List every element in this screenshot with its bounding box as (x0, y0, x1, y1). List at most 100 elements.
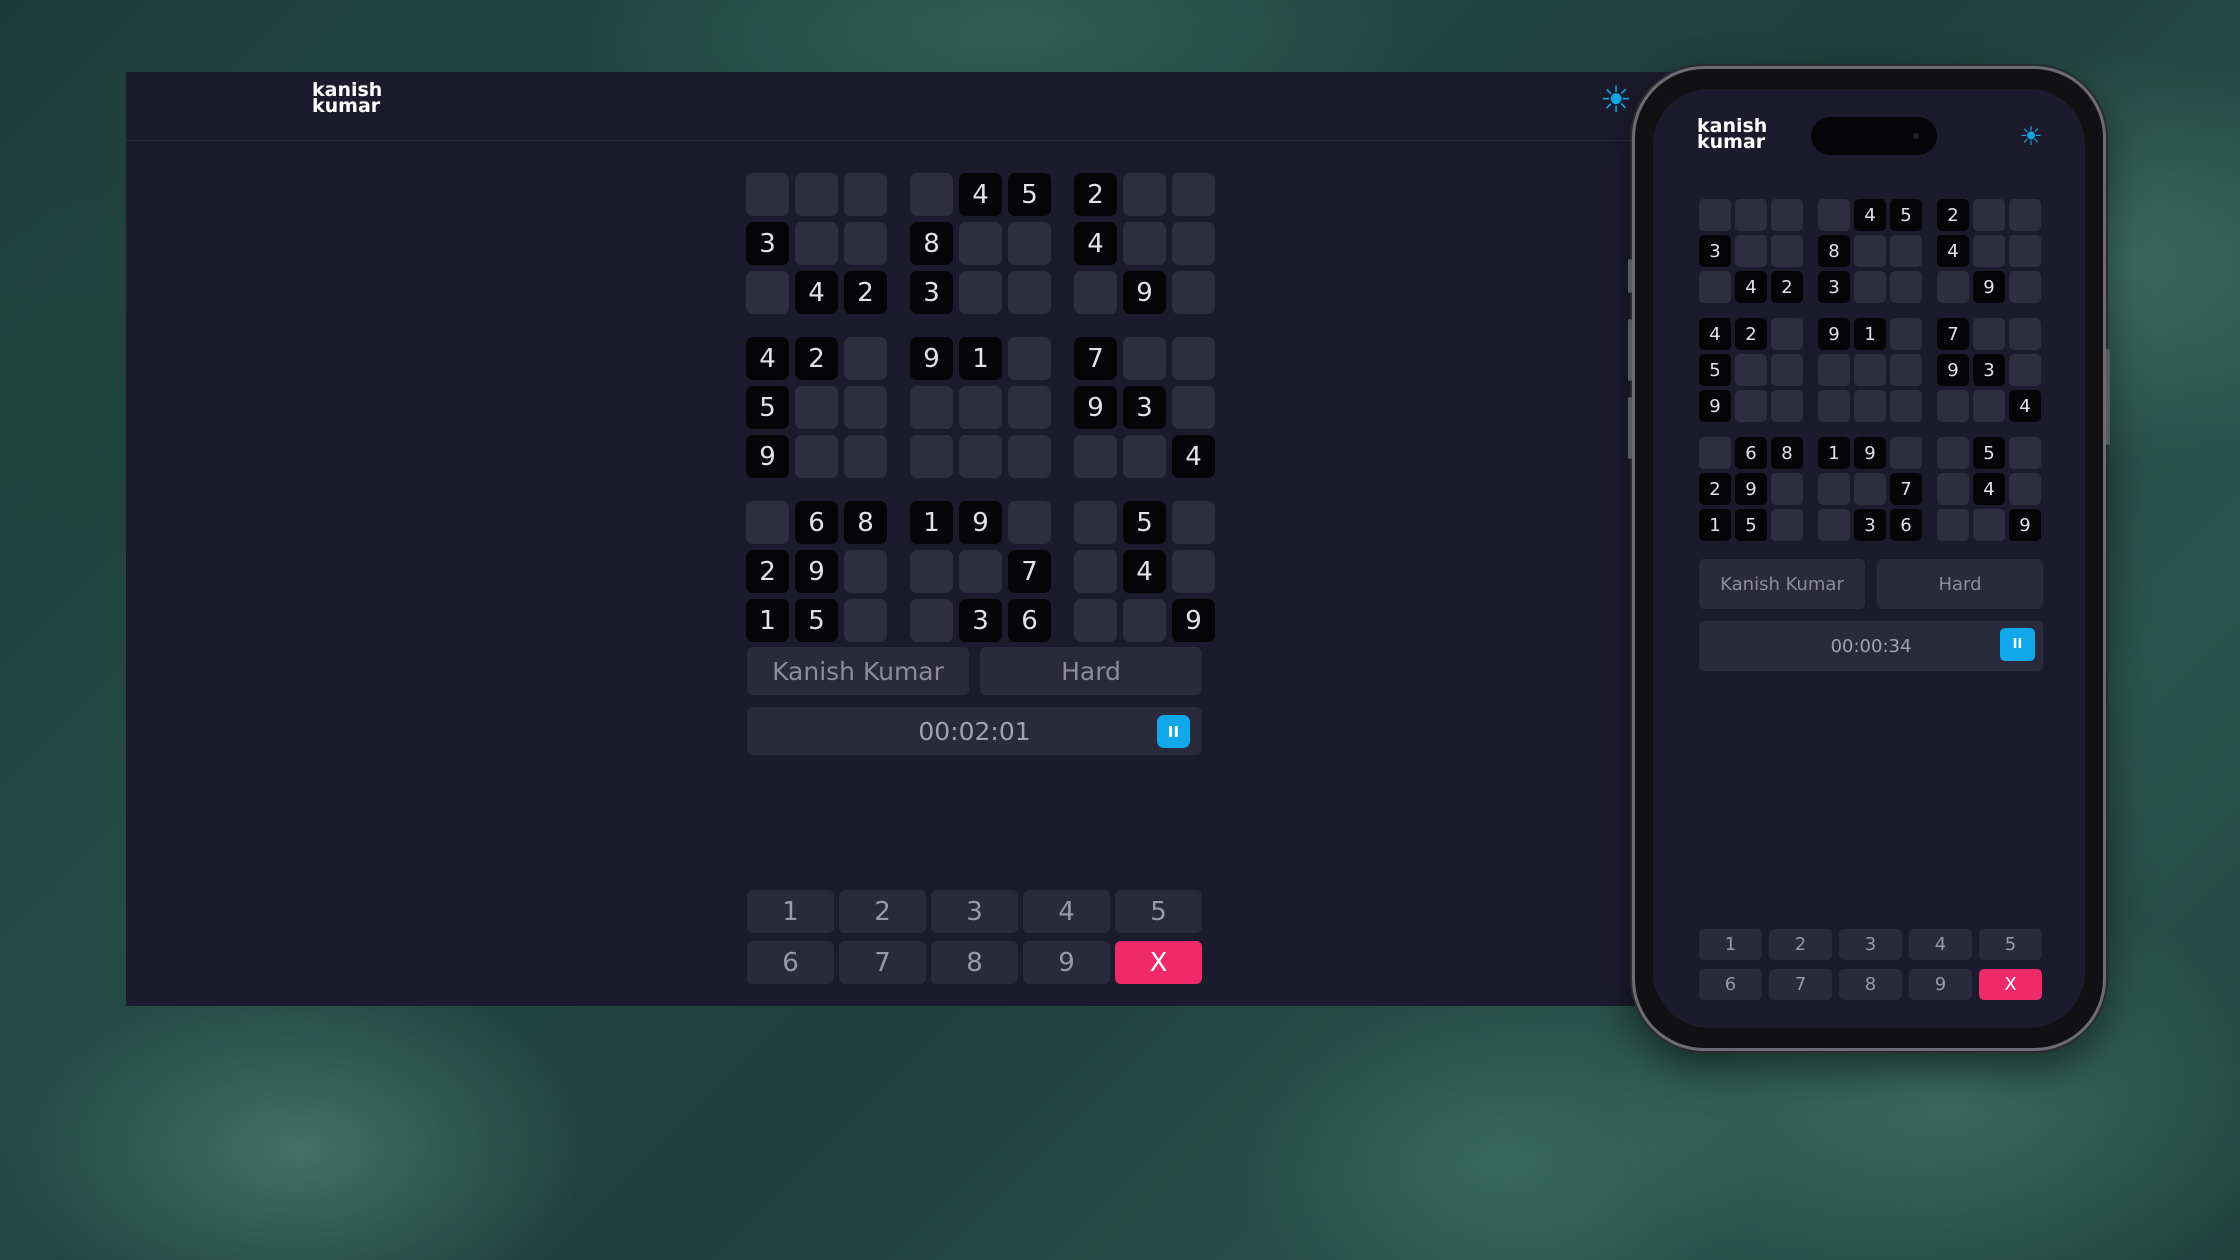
number-button-4[interactable]: 4 (1023, 890, 1110, 933)
sudoku-cell[interactable] (1937, 509, 1969, 541)
sudoku-cell[interactable] (1699, 199, 1731, 231)
number-button-8[interactable]: 8 (931, 941, 1018, 984)
sudoku-cell[interactable]: 9 (1123, 271, 1166, 314)
sudoku-cell[interactable] (1172, 173, 1215, 216)
sudoku-cell[interactable] (1172, 501, 1215, 544)
sudoku-cell[interactable] (1937, 271, 1969, 303)
sudoku-cell[interactable] (2009, 235, 2041, 267)
sudoku-cell[interactable] (746, 271, 789, 314)
sudoku-cell[interactable] (1771, 318, 1803, 350)
sudoku-cell[interactable]: 3 (1123, 386, 1166, 429)
sudoku-cell[interactable] (1123, 222, 1166, 265)
sudoku-cell[interactable] (1074, 271, 1117, 314)
sun-icon[interactable]: ☀ (1596, 80, 1636, 121)
sudoku-cell[interactable] (795, 173, 838, 216)
sudoku-cell[interactable] (844, 222, 887, 265)
sudoku-cell[interactable] (959, 435, 1002, 478)
sudoku-cell[interactable] (1735, 354, 1767, 386)
erase-button[interactable]: X (1115, 941, 1202, 984)
sudoku-cell[interactable]: 8 (910, 222, 953, 265)
sudoku-cell[interactable] (795, 435, 838, 478)
pause-icon[interactable]: II (1157, 715, 1190, 748)
sudoku-cell[interactable] (1008, 337, 1051, 380)
sudoku-cell[interactable] (1973, 235, 2005, 267)
sudoku-cell[interactable]: 8 (844, 501, 887, 544)
sudoku-cell[interactable] (1890, 354, 1922, 386)
sudoku-cell[interactable]: 4 (746, 337, 789, 380)
sudoku-cell[interactable] (910, 550, 953, 593)
sudoku-cell[interactable] (746, 173, 789, 216)
sudoku-cell[interactable] (1818, 199, 1850, 231)
sudoku-cell[interactable] (1735, 199, 1767, 231)
sudoku-cell[interactable]: 4 (1854, 199, 1886, 231)
sudoku-cell[interactable]: 7 (1008, 550, 1051, 593)
difficulty-select[interactable]: Hard (1877, 559, 2043, 609)
sudoku-cell[interactable]: 3 (910, 271, 953, 314)
sudoku-cell[interactable]: 7 (1937, 318, 1969, 350)
number-button-9[interactable]: 9 (1023, 941, 1110, 984)
sudoku-cell[interactable] (1854, 354, 1886, 386)
sudoku-cell[interactable]: 9 (1074, 386, 1117, 429)
sudoku-cell[interactable]: 4 (1172, 435, 1215, 478)
sudoku-cell[interactable] (1973, 390, 2005, 422)
sudoku-cell[interactable]: 3 (1818, 271, 1850, 303)
sudoku-cell[interactable] (2009, 199, 2041, 231)
sudoku-cell[interactable] (1735, 390, 1767, 422)
sudoku-cell[interactable]: 4 (1735, 271, 1767, 303)
sudoku-cell[interactable] (1890, 390, 1922, 422)
sudoku-cell[interactable] (1123, 435, 1166, 478)
sudoku-cell[interactable] (844, 550, 887, 593)
sudoku-cell[interactable] (844, 337, 887, 380)
number-button-6[interactable]: 6 (747, 941, 834, 984)
sudoku-cell[interactable] (910, 173, 953, 216)
sudoku-cell[interactable]: 5 (1735, 509, 1767, 541)
sudoku-cell[interactable]: 3 (1699, 235, 1731, 267)
sudoku-cell[interactable] (1771, 199, 1803, 231)
sudoku-cell[interactable]: 9 (1937, 354, 1969, 386)
sudoku-cell[interactable]: 4 (1937, 235, 1969, 267)
sudoku-cell[interactable]: 9 (1735, 473, 1767, 505)
number-button-3[interactable]: 3 (931, 890, 1018, 933)
sudoku-cell[interactable]: 2 (1074, 173, 1117, 216)
sudoku-cell[interactable]: 8 (1818, 235, 1850, 267)
sudoku-cell[interactable] (1890, 271, 1922, 303)
sudoku-cell[interactable]: 9 (2009, 509, 2041, 541)
sudoku-cell[interactable]: 2 (1735, 318, 1767, 350)
sudoku-cell[interactable] (1818, 390, 1850, 422)
sudoku-cell[interactable] (1890, 437, 1922, 469)
sudoku-cell[interactable]: 1 (1699, 509, 1731, 541)
sudoku-cell[interactable]: 5 (746, 386, 789, 429)
sudoku-cell[interactable] (1771, 390, 1803, 422)
sudoku-cell[interactable] (1771, 354, 1803, 386)
sudoku-cell[interactable]: 1 (910, 501, 953, 544)
sudoku-cell[interactable]: 2 (1699, 473, 1731, 505)
sudoku-cell[interactable] (844, 173, 887, 216)
sudoku-cell[interactable] (844, 599, 887, 642)
sudoku-cell[interactable] (1937, 473, 1969, 505)
sudoku-cell[interactable]: 5 (1890, 199, 1922, 231)
sudoku-cell[interactable]: 5 (1123, 501, 1166, 544)
sudoku-cell[interactable] (959, 386, 1002, 429)
sudoku-cell[interactable] (910, 386, 953, 429)
number-button-1[interactable]: 1 (747, 890, 834, 933)
sudoku-cell[interactable]: 4 (1123, 550, 1166, 593)
logo[interactable]: kanish kumar (1697, 117, 1767, 151)
sudoku-cell[interactable] (1008, 222, 1051, 265)
sudoku-cell[interactable] (910, 435, 953, 478)
sudoku-cell[interactable]: 4 (1699, 318, 1731, 350)
sudoku-cell[interactable] (1854, 235, 1886, 267)
sudoku-cell[interactable] (1172, 222, 1215, 265)
sudoku-cell[interactable] (959, 222, 1002, 265)
sudoku-cell[interactable]: 1 (959, 337, 1002, 380)
sudoku-cell[interactable]: 8 (1771, 437, 1803, 469)
number-button-4[interactable]: 4 (1909, 929, 1972, 960)
sudoku-cell[interactable]: 5 (1973, 437, 2005, 469)
sudoku-cell[interactable]: 6 (1735, 437, 1767, 469)
sudoku-cell[interactable]: 1 (1818, 437, 1850, 469)
sudoku-cell[interactable] (844, 435, 887, 478)
sudoku-cell[interactable]: 7 (1074, 337, 1117, 380)
sudoku-cell[interactable] (1818, 509, 1850, 541)
sudoku-cell[interactable] (1818, 354, 1850, 386)
sudoku-cell[interactable] (1937, 437, 1969, 469)
sudoku-cell[interactable]: 9 (959, 501, 1002, 544)
